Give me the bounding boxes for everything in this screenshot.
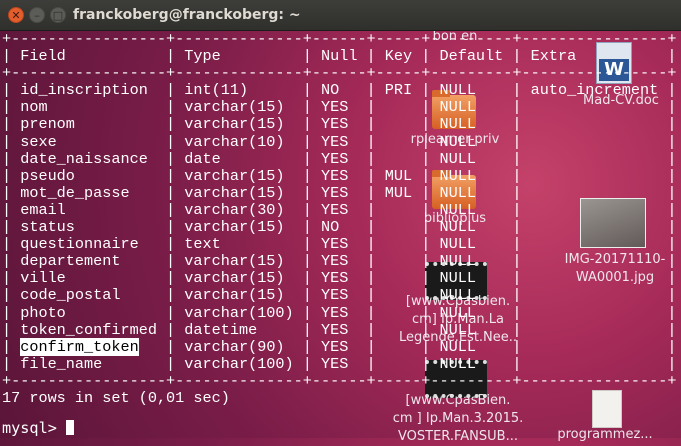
title-bar[interactable]: ✕ – □ franckoberg@franckoberg: ~ xyxy=(0,0,681,31)
terminal-prompt[interactable]: mysql> xyxy=(2,419,75,437)
desktop-label-programmez[interactable]: programmez... xyxy=(545,426,665,444)
text-cursor xyxy=(66,420,75,435)
prompt-text: mysql> xyxy=(2,419,67,437)
highlighted-field: confirm_token xyxy=(20,337,139,356)
terminal-output[interactable]: +-----------------+--------------+------… xyxy=(2,30,676,407)
window-title: franckoberg@franckoberg: ~ xyxy=(73,7,301,23)
